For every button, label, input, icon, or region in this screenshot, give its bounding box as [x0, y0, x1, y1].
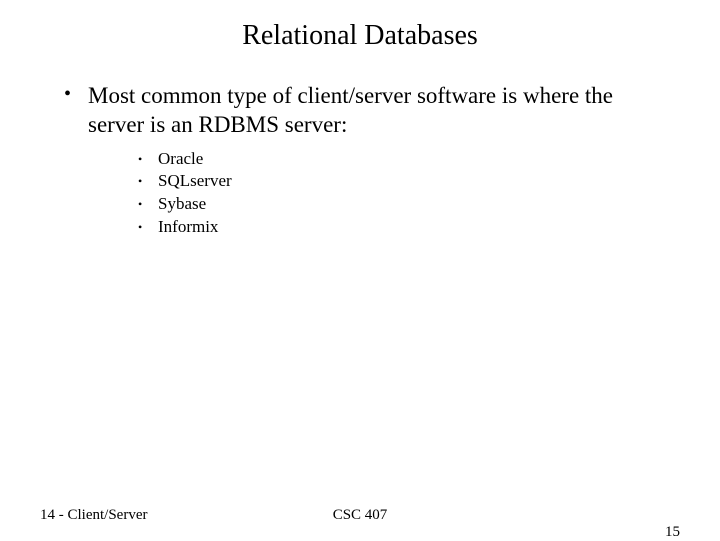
sub-bullet-item: Oracle	[138, 148, 660, 171]
slide-body: Most common type of client/server softwa…	[0, 52, 720, 239]
sub-bullet-item: Sybase	[138, 193, 660, 216]
sub-bullet-text: Oracle	[158, 149, 203, 168]
slide-title: Relational Databases	[0, 0, 720, 52]
footer-right: 15	[665, 524, 680, 541]
sub-bullet-text: Informix	[158, 217, 218, 236]
sub-bullet-text: Sybase	[158, 194, 206, 213]
bullet-text: Most common type of client/server softwa…	[88, 83, 613, 137]
bullet-item: Most common type of client/server softwa…	[60, 82, 660, 239]
sub-bullet-item: Informix	[138, 216, 660, 239]
slide-footer: 14 - Client/Server CSC 407 15	[0, 507, 720, 524]
footer-left: 14 - Client/Server	[40, 507, 147, 524]
slide: Relational Databases Most common type of…	[0, 0, 720, 540]
bullet-list-level1: Most common type of client/server softwa…	[60, 82, 660, 239]
bullet-list-level2: Oracle SQLserver Sybase Informix	[138, 148, 660, 240]
sub-bullet-text: SQLserver	[158, 171, 232, 190]
sub-bullet-item: SQLserver	[138, 170, 660, 193]
